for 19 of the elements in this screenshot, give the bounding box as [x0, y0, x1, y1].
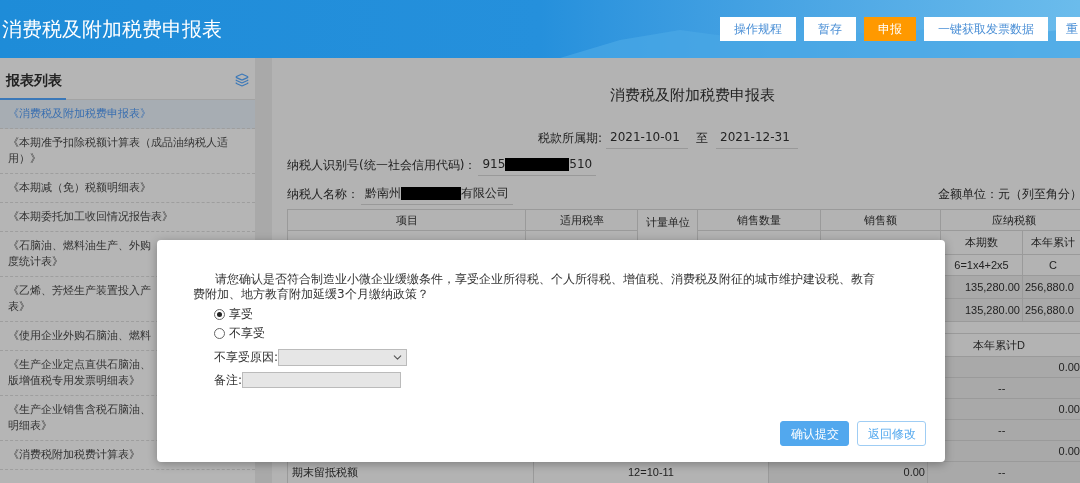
unit-note: 金额单位：元（列至角分）	[938, 185, 1080, 203]
column-header: 销售额	[821, 210, 941, 231]
table-cell: 256,880.0	[1023, 299, 1080, 322]
taxpayer-id-label: 纳税人识别号(统一社会信用代码)：	[287, 156, 477, 174]
remark-label: 备注:	[214, 372, 243, 389]
sidebar-title: 报表列表	[6, 71, 62, 90]
column-header: 本年累计	[1023, 231, 1080, 255]
column-header: 项目	[288, 210, 526, 231]
page-title: 消费税及附加税费申报表	[1, 16, 222, 43]
taxpayer-name-label: 纳税人名称：	[287, 185, 359, 203]
table-cell: --	[928, 462, 1080, 483]
column-header: 应纳税额	[941, 210, 1080, 231]
form-title: 消费税及附加税费申报表	[610, 84, 775, 106]
period-separator: 至	[696, 129, 709, 147]
column-header: 销售数量	[698, 210, 821, 231]
period-label: 税款所属期:	[538, 129, 603, 147]
column-header: 适用税率	[526, 210, 638, 231]
table-cell: 0.00	[769, 462, 928, 483]
table-cell: 256,880.0	[1023, 276, 1080, 299]
